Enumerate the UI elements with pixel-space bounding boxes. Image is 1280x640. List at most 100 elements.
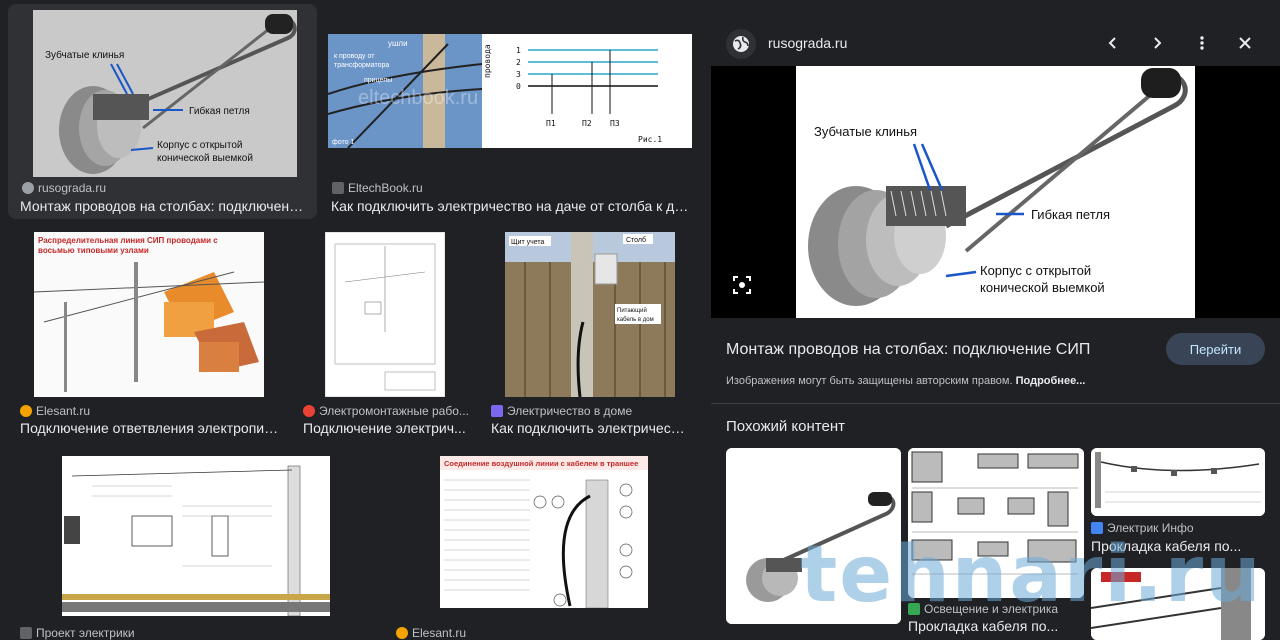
more-vert-icon[interactable] (1190, 31, 1214, 55)
result-thumbnail[interactable]: Зубчатые клинья Гибкая петля Корпус с от… (33, 10, 297, 177)
label: Питающий (617, 307, 647, 314)
source-name: Электрик Инфо (1107, 521, 1194, 535)
similar-source-3[interactable]: Электрик Инфо (1091, 521, 1194, 535)
site-favicon-icon (20, 627, 32, 639)
result-title[interactable]: Как подключить электричеств... (491, 420, 686, 436)
site-favicon-icon (1091, 522, 1103, 534)
schematic-image (325, 232, 445, 397)
meter-pole-image: Щит учета Столб Питающий кабель в дом (505, 232, 675, 397)
result-title[interactable]: Монтаж проводов на столбах: подключение … (20, 198, 310, 214)
result-source[interactable]: EltechBook.ru (332, 181, 423, 195)
image-search-page: Зубчатые клинья Гибкая петля Корпус с от… (0, 0, 1280, 640)
site-favicon-icon (908, 603, 920, 615)
result-thumbnail[interactable] (62, 456, 330, 616)
similar-source-2[interactable]: Освещение и электрика (908, 602, 1058, 616)
result-title[interactable]: Как подключить электричество на даче от … (331, 198, 696, 214)
result-source[interactable]: Электричество в доме (491, 404, 632, 418)
result-source[interactable]: Проект электрики (20, 626, 135, 640)
similar-thumbnail-1[interactable] (726, 448, 901, 624)
visit-button[interactable]: Перейти (1166, 333, 1265, 365)
preview-image-area: Зубчатые клинья Гибкая петля Корпус с от… (711, 66, 1280, 318)
label-body-1: Корпус с открытой (157, 140, 242, 151)
results-grid: Зубчатые клинья Гибкая петля Корпус с от… (0, 0, 700, 640)
label-body-1: Корпус с открытой (980, 263, 1091, 278)
close-icon[interactable] (1233, 31, 1257, 55)
label: фото 1 (332, 139, 354, 146)
sip-line-image: Распределительная линия СИП проводами с … (34, 232, 264, 397)
preview-image[interactable]: Зубчатые клинья Гибкая петля Корпус с от… (796, 66, 1195, 318)
label: 2 (516, 58, 521, 67)
label: ушли (388, 39, 408, 48)
label: 0 (516, 82, 521, 91)
result-source[interactable]: rusograda.ru (22, 181, 106, 195)
result-card-3[interactable]: Распределительная линия СИП проводами с … (20, 232, 290, 442)
similar-thumbnail-4[interactable] (1091, 568, 1265, 640)
site-favicon-icon (20, 405, 32, 417)
globe-icon[interactable] (726, 29, 756, 59)
source-name: Elesant.ru (412, 626, 467, 640)
similar-heading: Похожий контент (726, 418, 845, 435)
label-teeth: Зубчатые клинья (45, 49, 124, 61)
label: П1 (546, 119, 556, 128)
result-thumbnail[interactable]: Соединение воздушной линии с кабелем в т… (440, 456, 648, 608)
result-card-2[interactable]: ушли к проводу от трансформатора прицепы… (328, 4, 700, 219)
copyright-notice: Изображения могут быть защищены авторски… (726, 375, 1085, 387)
copyright-text: Изображения могут быть защищены авторски… (726, 375, 1013, 387)
result-source[interactable]: Elesant.ru (20, 404, 90, 418)
label: 3 (516, 70, 521, 79)
similar-title-3[interactable]: Прокладка кабеля по... (1091, 538, 1265, 554)
source-name: rusograda.ru (38, 181, 107, 195)
source-name: Проект электрики (36, 626, 135, 640)
label: трансформатора (334, 62, 389, 69)
result-thumbnail[interactable]: Щит учета Столб Питающий кабель в дом (505, 232, 675, 397)
source-name: Электричество в доме (507, 404, 633, 418)
divider (711, 403, 1280, 404)
label-body-2: конической выемкой (157, 153, 253, 164)
label-loop: Гибкая петля (189, 105, 250, 117)
chevron-left-icon[interactable] (1101, 31, 1125, 55)
result-card-6[interactable]: Проект электрики (20, 456, 340, 640)
label: П3 (610, 119, 620, 128)
result-title[interactable]: Подключение ответвления электропит... (20, 420, 280, 436)
label: провода (483, 44, 492, 78)
chevron-right-icon[interactable] (1145, 31, 1169, 55)
preview-header: rusograda.ru (711, 0, 1280, 66)
clamp-large-image: Зубчатые клинья Гибкая петля Корпус с от… (796, 66, 1195, 318)
label-loop: Гибкая петля (1031, 207, 1110, 222)
result-card-4[interactable]: Электромонтажные рабо... Подключение эле… (303, 232, 473, 442)
clamp-image: Зубчатые клинья Гибкая петля Корпус с от… (33, 10, 297, 177)
result-thumbnail[interactable]: Распределительная линия СИП проводами с … (34, 232, 264, 397)
watermark-text: eltechbook.ru (358, 87, 478, 109)
label: Щит учета (511, 239, 545, 246)
result-card-1[interactable]: Зубчатые клинья Гибкая петля Корпус с от… (8, 4, 317, 219)
learn-more-link[interactable]: Подробнее... (1016, 375, 1086, 387)
label: кабель в дом (617, 317, 654, 323)
label: прицепы (364, 77, 392, 84)
result-thumbnail[interactable] (325, 232, 445, 397)
preview-panel: rusograda.ru Зубчатые клинья Гибкая петл… (711, 0, 1280, 640)
preview-site-name[interactable]: rusograda.ru (768, 35, 847, 51)
result-card-5[interactable]: Щит учета Столб Питающий кабель в дом Эл… (491, 232, 691, 442)
result-thumbnail[interactable]: ушли к проводу от трансформатора прицепы… (328, 34, 692, 148)
similar-thumbnail-2[interactable] (908, 448, 1084, 598)
source-name: Elesant.ru (36, 404, 91, 418)
similar-thumbnail-3[interactable] (1091, 448, 1265, 516)
site-favicon-icon (396, 627, 408, 639)
site-favicon-icon (303, 405, 315, 417)
preview-title[interactable]: Монтаж проводов на столбах: подключение … (726, 341, 1090, 359)
result-source[interactable]: Электромонтажные рабо... (303, 404, 469, 418)
result-source[interactable]: Elesant.ru (396, 626, 466, 640)
label: Рис.1 (638, 135, 662, 144)
similar-pole-image (1091, 568, 1265, 640)
result-title[interactable]: Подключение электрич... (303, 420, 468, 436)
result-card-7[interactable]: Соединение воздушной линии с кабелем в т… (396, 456, 666, 640)
cable-trench-image: Соединение воздушной линии с кабелем в т… (440, 456, 648, 608)
similar-title-2[interactable]: Прокладка кабеля по... (908, 618, 1084, 634)
lens-icon[interactable] (731, 274, 753, 296)
site-favicon-icon (332, 182, 344, 194)
label-body-2: конической выемкой (980, 280, 1105, 295)
image-caption: Распределительная линия СИП проводами с (38, 236, 218, 245)
installation-diagram-image (62, 456, 330, 616)
label-teeth: Зубчатые клинья (814, 124, 917, 139)
label: к проводу от (334, 53, 375, 60)
